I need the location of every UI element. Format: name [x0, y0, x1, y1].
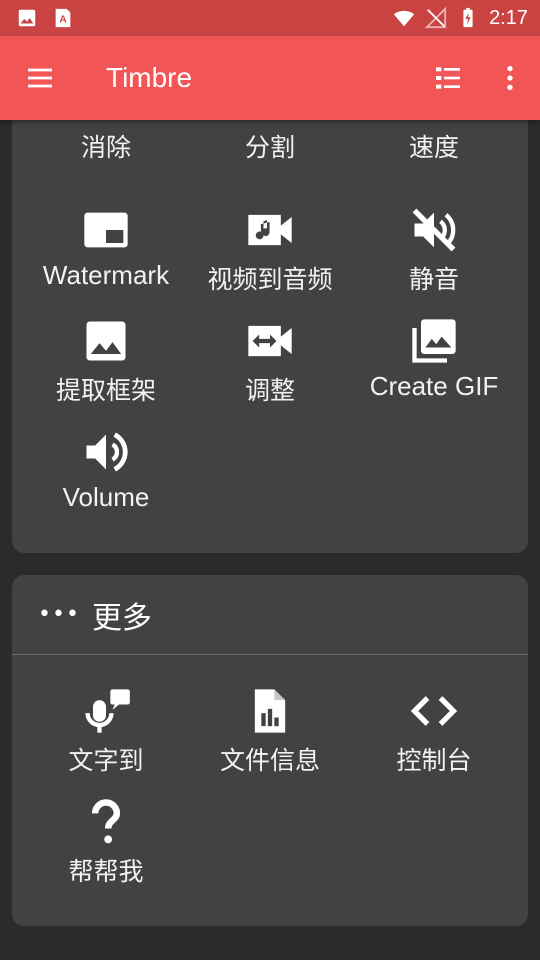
- tool-label: Create GIF: [369, 371, 499, 401]
- tool-label: 提取框架: [55, 376, 156, 405]
- tool-label: 调整: [244, 376, 295, 405]
- watermark-icon: [78, 202, 134, 258]
- tool-label: 视频到音频: [207, 265, 333, 294]
- more-title: 更多: [91, 600, 152, 636]
- menu-button[interactable]: [24, 62, 56, 94]
- svg-text:A: A: [59, 15, 67, 26]
- code-icon: [406, 683, 462, 739]
- mute-icon: [406, 202, 462, 258]
- tool-label: 控制台: [396, 746, 472, 775]
- tool-label: 文字到: [68, 746, 144, 775]
- volume-icon: [78, 424, 134, 480]
- app-notification-icon: A: [55, 8, 71, 28]
- more-console[interactable]: 控制台: [348, 683, 520, 793]
- question-icon: [78, 794, 134, 850]
- tool-create-gif[interactable]: Create GIF: [348, 313, 520, 423]
- hamburger-icon: [28, 68, 52, 88]
- resize-video-icon: [242, 313, 298, 369]
- tool-label: 分割: [244, 133, 295, 162]
- photo-library-icon: [406, 313, 462, 369]
- tool-volume[interactable]: Volume: [20, 424, 192, 534]
- file-chart-icon: [242, 683, 298, 739]
- app-title: Timbre: [106, 62, 193, 93]
- clock: 2:17: [489, 6, 528, 29]
- more-horiz-icon: •••: [38, 602, 80, 627]
- status-bar: A 2:17: [0, 0, 540, 36]
- list-view-button[interactable]: [432, 62, 464, 94]
- tool-label: Watermark: [42, 260, 170, 290]
- more-file-info[interactable]: 文件信息: [184, 683, 356, 793]
- tool-video-to-audio[interactable]: 视频到音频: [184, 202, 356, 312]
- video-to-audio-icon: [242, 202, 298, 258]
- tool-label: 静音: [408, 265, 459, 294]
- image-icon: [78, 313, 134, 369]
- battery-charging-icon: [463, 7, 473, 28]
- tool-watermark[interactable]: Watermark: [20, 202, 192, 312]
- tool-adjust[interactable]: 调整: [184, 313, 356, 423]
- tool-extract-frames[interactable]: 提取框架: [20, 313, 192, 423]
- more-header: ••• 更多: [12, 575, 528, 655]
- gallery-notification-icon: [18, 9, 36, 27]
- more-vert-icon: [507, 66, 513, 90]
- tool-label: 帮帮我: [68, 857, 144, 886]
- no-signal-icon: [425, 7, 447, 29]
- wifi-icon: [393, 10, 415, 27]
- app-bar: Timbre: [0, 36, 540, 120]
- list-icon: [436, 67, 460, 89]
- tool-label: Volume: [62, 482, 150, 512]
- more-card: ••• 更多 文字到 文件信息 控制台 帮帮我: [12, 575, 528, 926]
- tool-label: 速度: [408, 133, 459, 162]
- more-voice-to-text[interactable]: 文字到: [20, 683, 192, 793]
- overflow-menu-button[interactable]: [494, 62, 526, 94]
- tools-card: 消除 分割 速度 Watermark 视频到音频 静音 提取框架 调整 Crea…: [12, 92, 528, 553]
- tool-mute[interactable]: 静音: [348, 202, 520, 312]
- more-help[interactable]: 帮帮我: [20, 794, 192, 904]
- tool-label: 文件信息: [219, 746, 320, 775]
- voice-to-text-icon: [78, 683, 134, 739]
- tool-label: 消除: [80, 133, 131, 162]
